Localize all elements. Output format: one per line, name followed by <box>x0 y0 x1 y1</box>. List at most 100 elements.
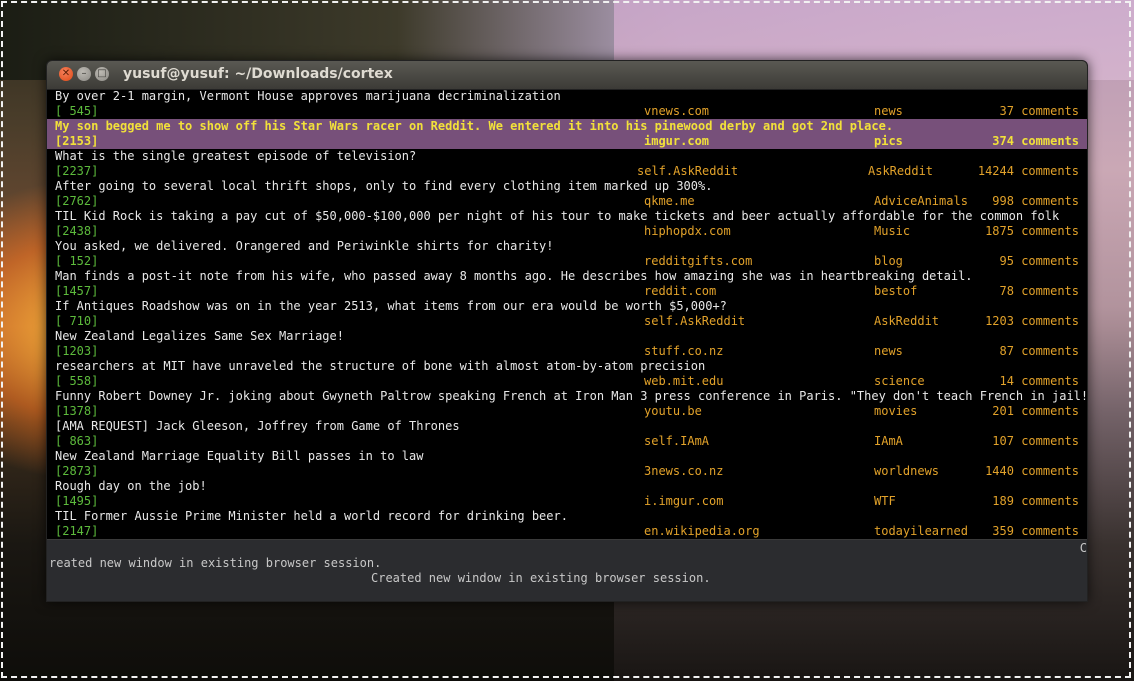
story-title: Funny Robert Downey Jr. joking about Gwy… <box>55 389 1088 403</box>
story-title: My son begged me to show off his Star Wa… <box>55 119 894 133</box>
story-entry[interactable]: [AMA REQUEST] Jack Gleeson, Joffrey from… <box>47 419 1087 449</box>
story-entry[interactable]: You asked, we delivered. Orangered and P… <box>47 239 1087 269</box>
story-score: [ 863] <box>55 434 99 448</box>
story-subreddit: IAmA <box>874 434 903 448</box>
close-window-button[interactable]: ✕ <box>59 67 73 81</box>
story-score: [2762] <box>55 194 99 208</box>
story-score: [ 152] <box>55 254 99 268</box>
story-score: [1378] <box>55 404 99 418</box>
story-domain: youtu.be <box>644 404 702 418</box>
story-score: [1495] <box>55 494 99 508</box>
story-domain: vnews.com <box>644 104 710 118</box>
story-title: [AMA REQUEST] Jack Gleeson, Joffrey from… <box>55 419 460 433</box>
story-title: TIL Kid Rock is taking a pay cut of $50,… <box>55 209 1060 223</box>
story-domain: self.IAmA <box>644 434 710 448</box>
minimize-window-button[interactable]: – <box>77 67 91 81</box>
story-score: [ 558] <box>55 374 99 388</box>
story-domain: redditgifts.com <box>644 254 753 268</box>
story-domain: 3news.co.nz <box>644 464 724 478</box>
status-line-1: reated new window in existing browser se… <box>49 556 382 570</box>
story-comments[interactable]: 359 comments <box>992 524 1079 539</box>
story-entry[interactable]: New Zealand Marriage Equality Bill passe… <box>47 449 1087 479</box>
story-comments[interactable]: 37 comments <box>1000 104 1079 119</box>
story-comments[interactable]: 14 comments <box>1000 374 1079 389</box>
story-comments[interactable]: 374 comments <box>992 134 1079 149</box>
story-entry[interactable]: Rough day on the job! [1495] i.imgur.com… <box>47 479 1087 509</box>
story-domain: web.mit.edu <box>644 374 724 388</box>
story-entry[interactable]: By over 2-1 margin, Vermont House approv… <box>47 89 1087 119</box>
story-comments[interactable]: 107 comments <box>992 434 1079 449</box>
story-title: New Zealand Marriage Equality Bill passe… <box>55 449 424 463</box>
story-domain: en.wikipedia.org <box>644 524 760 538</box>
cortex-story-list[interactable]: By over 2-1 margin, Vermont House approv… <box>47 89 1087 539</box>
window-title: yusuf@yusuf: ~/Downloads/cortex <box>123 66 393 82</box>
story-title: Rough day on the job! <box>55 479 207 493</box>
title-bar[interactable]: ✕ – □ yusuf@yusuf: ~/Downloads/cortex <box>47 61 1087 90</box>
story-entry[interactable]: What is the single greatest episode of t… <box>47 149 1087 179</box>
story-comments[interactable]: 1203 comments <box>985 314 1079 329</box>
story-subreddit: news <box>874 344 903 358</box>
story-entry[interactable]: Funny Robert Downey Jr. joking about Gwy… <box>47 389 1087 419</box>
story-domain: stuff.co.nz <box>644 344 724 358</box>
story-title: Man finds a post-it note from his wife, … <box>55 269 973 283</box>
story-entry[interactable]: researchers at MIT have unraveled the st… <box>47 359 1087 389</box>
story-domain: self.AskReddit <box>644 314 746 328</box>
story-domain: qkme.me <box>644 194 695 208</box>
story-title: If Antiques Roadshow was on in the year … <box>55 299 727 313</box>
story-subreddit: WTF <box>874 494 896 508</box>
story-score: [2873] <box>55 464 99 478</box>
story-subreddit: AdviceAnimals <box>874 194 968 208</box>
story-comments[interactable]: 189 comments <box>992 494 1079 509</box>
story-subreddit: AskReddit <box>868 164 934 178</box>
story-subreddit: pics <box>874 134 903 148</box>
story-entry[interactable]: After going to several local thrift shop… <box>47 179 1087 209</box>
story-title: researchers at MIT have unraveled the st… <box>55 359 706 373</box>
story-subreddit: worldnews <box>874 464 940 478</box>
story-score: [2147] <box>55 524 99 538</box>
story-entry[interactable]: Man finds a post-it note from his wife, … <box>47 269 1087 299</box>
story-comments[interactable]: 78 comments <box>1000 284 1079 299</box>
story-subreddit: bestof <box>874 284 918 298</box>
story-comments[interactable]: 1440 comments <box>985 464 1079 479</box>
story-score: [ 710] <box>55 314 99 328</box>
story-score: [1457] <box>55 284 99 298</box>
story-entry[interactable]: TIL Kid Rock is taking a pay cut of $50,… <box>47 209 1087 239</box>
story-comments[interactable]: 1875 comments <box>985 224 1079 239</box>
story-subreddit: science <box>874 374 925 388</box>
story-comments[interactable]: 87 comments <box>1000 344 1079 359</box>
story-domain: self.AskReddit <box>637 164 739 178</box>
story-title: After going to several local thrift shop… <box>55 179 713 193</box>
story-score: [1203] <box>55 344 99 358</box>
terminal-window[interactable]: ✕ – □ yusuf@yusuf: ~/Downloads/cortex By… <box>46 60 1088 602</box>
story-score: [2438] <box>55 224 99 238</box>
status-line-2: Created new window in existing browser s… <box>371 571 711 585</box>
story-score: [ 545] <box>55 104 99 118</box>
story-entry[interactable]: If Antiques Roadshow was on in the year … <box>47 299 1087 329</box>
story-subreddit: todayilearned <box>874 524 968 538</box>
story-subreddit: Music <box>874 224 911 238</box>
story-subreddit: AskReddit <box>874 314 940 328</box>
story-title: By over 2-1 margin, Vermont House approv… <box>55 89 561 103</box>
story-domain: i.imgur.com <box>644 494 724 508</box>
story-domain: hiphopdx.com <box>644 224 731 238</box>
story-entry[interactable]: TIL Former Aussie Prime Minister held a … <box>47 509 1087 539</box>
story-entry[interactable]: New Zealand Legalizes Same Sex Marriage!… <box>47 329 1087 359</box>
story-comments[interactable]: 14244 comments <box>978 164 1079 179</box>
story-subreddit: movies <box>874 404 918 418</box>
story-comments[interactable]: 998 comments <box>992 194 1079 209</box>
story-title: What is the single greatest episode of t… <box>55 149 417 163</box>
story-domain: imgur.com <box>644 134 710 148</box>
story-subreddit: blog <box>874 254 903 268</box>
story-domain: reddit.com <box>644 284 717 298</box>
story-subreddit: news <box>874 104 903 118</box>
story-score: [2153] <box>55 134 99 148</box>
story-score: [2237] <box>55 164 99 178</box>
story-title: TIL Former Aussie Prime Minister held a … <box>55 509 568 523</box>
status-panel: C reated new window in existing browser … <box>47 539 1087 601</box>
story-title: New Zealand Legalizes Same Sex Marriage! <box>55 329 344 343</box>
story-title: You asked, we delivered. Orangered and P… <box>55 239 554 253</box>
story-comments[interactable]: 95 comments <box>1000 254 1079 269</box>
story-entry-selected[interactable]: My son begged me to show off his Star Wa… <box>47 119 1087 149</box>
story-comments[interactable]: 201 comments <box>992 404 1079 419</box>
maximize-window-button[interactable]: □ <box>95 67 109 81</box>
